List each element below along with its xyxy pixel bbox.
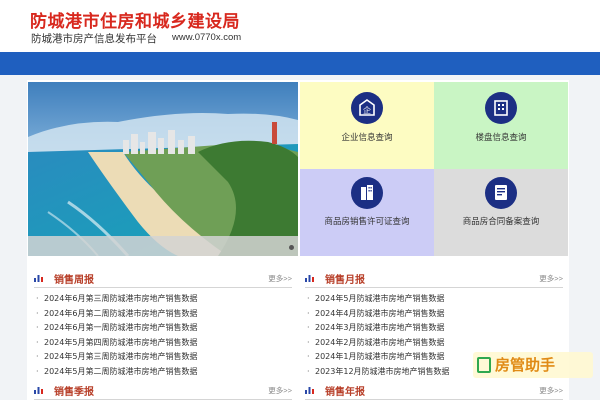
tile-label: 商品房合同备案查询 [462, 217, 540, 227]
more-link[interactable]: 更多>> [539, 385, 563, 396]
more-link[interactable]: 更多>> [268, 273, 292, 284]
panel-header: 销售月报 更多>> [305, 270, 563, 288]
contract-filing-icon [485, 177, 517, 209]
list-item[interactable]: 2024年5月第二周防城港市房地产销售数据 [34, 365, 292, 380]
list-item[interactable]: 2024年3月防城港市房地产销售数据 [305, 321, 563, 336]
weekly-report-panel: 销售周报 更多>> 2024年6月第三周防城港市房地产销售数据 2024年6月第… [34, 270, 292, 379]
tile-label: 企业信息查询 [341, 133, 393, 143]
list-item[interactable]: 2024年2月防城港市房地产销售数据 [305, 336, 563, 351]
panel-title: 销售周报 [54, 275, 94, 286]
weekly-report-list: 2024年6月第三周防城港市房地产销售数据 2024年6月第二周防城港市房地产销… [34, 292, 292, 379]
panel-header: 销售周报 更多>> [34, 270, 292, 288]
list-item[interactable]: 2024年5月第四周防城港市房地产销售数据 [34, 336, 292, 351]
report-icon [305, 275, 314, 282]
panel-title: 销售月报 [325, 275, 365, 286]
yearly-report-panel: 销售年报 更多>> [305, 382, 563, 400]
list-item[interactable]: 2024年5月防城港市房地产销售数据 [305, 292, 563, 307]
site-url[interactable]: www.0770x.com [172, 32, 241, 43]
panel-header: 销售季报 更多>> [34, 382, 292, 400]
list-item[interactable]: 2024年5月第三周防城港市房地产销售数据 [34, 350, 292, 365]
watermark-logo-icon [477, 357, 491, 373]
site-title: 防城港市住房和城乡建设局 [30, 12, 240, 32]
building-info-icon [485, 92, 517, 124]
site-header: 防城港市住房和城乡建设局 防城港市房产信息发布平台 www.0770x.com [0, 0, 600, 52]
list-item[interactable]: 2024年4月防城港市房地产销售数据 [305, 307, 563, 322]
panel-header: 销售年报 更多>> [305, 382, 563, 400]
enterprise-icon: 企 [351, 92, 383, 124]
panel-title: 销售年报 [325, 387, 365, 398]
report-icon [305, 387, 314, 394]
nav-bar [0, 52, 600, 75]
banner-carousel[interactable] [28, 82, 298, 256]
report-icon [34, 387, 43, 394]
tile-property-query[interactable]: 楼盘信息查询 [434, 82, 568, 169]
tile-contract-filing-query[interactable]: 商品房合同备案查询 [434, 169, 568, 256]
more-link[interactable]: 更多>> [268, 385, 292, 396]
panel-title: 销售季报 [54, 387, 94, 398]
tile-enterprise-query[interactable]: 企 企业信息查询 [300, 82, 434, 169]
watermark: 房管助手 [473, 352, 593, 378]
quarterly-report-panel: 销售季报 更多>> [34, 382, 292, 400]
svg-text:企: 企 [363, 105, 371, 115]
tile-sales-permit-query[interactable]: 商品房销售许可证查询 [300, 169, 434, 256]
report-icon [34, 275, 43, 282]
tile-label: 楼盘信息查询 [475, 133, 527, 143]
banner-image [28, 82, 298, 256]
watermark-text: 房管助手 [495, 356, 556, 374]
carousel-indicator-dot[interactable] [289, 245, 294, 250]
sales-permit-icon [351, 177, 383, 209]
more-link[interactable]: 更多>> [539, 273, 563, 284]
list-item[interactable]: 2024年6月第一周防城港市房地产销售数据 [34, 321, 292, 336]
site-subtitle: 防城港市房产信息发布平台 [31, 33, 157, 45]
list-item[interactable]: 2024年6月第三周防城港市房地产销售数据 [34, 292, 292, 307]
list-item[interactable]: 2024年6月第二周防城港市房地产销售数据 [34, 307, 292, 322]
tile-label: 商品房销售许可证查询 [324, 217, 410, 227]
